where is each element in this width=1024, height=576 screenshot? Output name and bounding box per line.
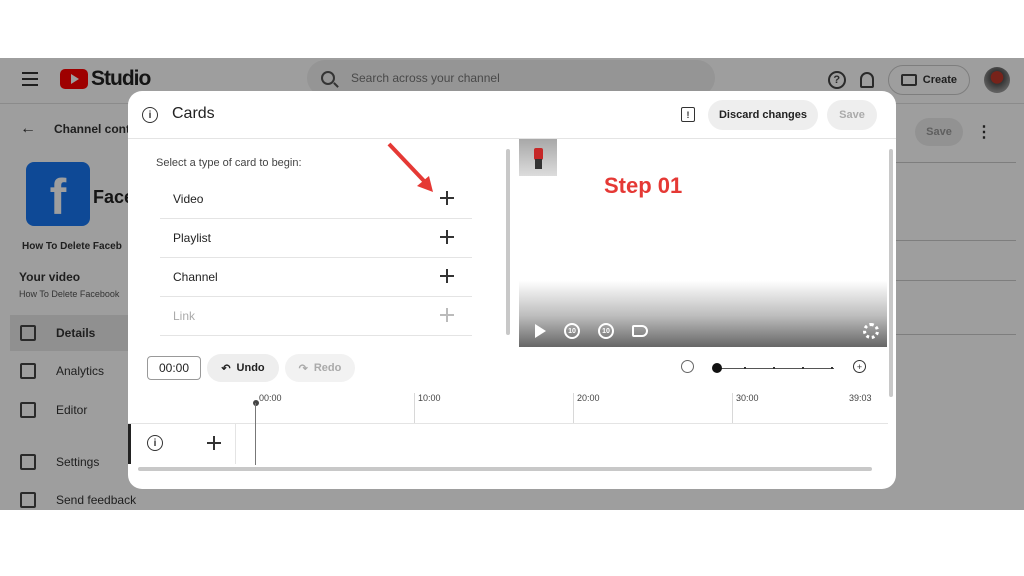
add-icon — [440, 308, 454, 322]
undo-label: Undo — [236, 362, 265, 374]
add-icon[interactable] — [440, 269, 454, 283]
settings-gear-icon[interactable] — [863, 323, 879, 339]
forward-10-icon[interactable]: 10 — [598, 323, 614, 339]
redo-label: Redo — [313, 362, 342, 374]
info-icon[interactable]: i — [142, 107, 158, 123]
timeline-tick — [414, 393, 415, 423]
track-indicator — [128, 424, 131, 464]
zoom-out-icon[interactable] — [681, 360, 694, 373]
rewind-10-icon[interactable]: 10 — [564, 323, 580, 339]
player-controls: 10 10 — [535, 323, 648, 339]
undo-button[interactable]: ↶ Undo — [207, 354, 279, 382]
step-annotation: Step 01 — [604, 173, 683, 198]
card-type-label: Link — [173, 309, 196, 323]
timeline-tick-label: 30:00 — [736, 393, 759, 403]
card-type-label: Video — [173, 192, 204, 206]
card-type-label: Playlist — [173, 231, 212, 245]
zoom-step-mark — [802, 367, 804, 369]
discard-changes-button[interactable]: Discard changes — [708, 100, 818, 130]
playhead-handle[interactable] — [253, 400, 259, 406]
video-preview-thumbnail — [519, 139, 557, 176]
timeline-scrollbar[interactable] — [138, 467, 872, 471]
timeline-tick-label: 20:00 — [577, 393, 600, 403]
divider — [235, 424, 236, 464]
cards-track: i — [128, 423, 888, 464]
cards-dialog: i Cards ! Discard changes Save Select a … — [128, 91, 896, 489]
annotation-arrow-icon — [387, 142, 433, 192]
add-card-icon[interactable] — [207, 436, 221, 450]
zoom-step-mark — [744, 367, 746, 369]
timeline-tick-label: 39:03 — [849, 393, 872, 403]
dialog-header: i Cards ! Discard changes Save — [128, 91, 896, 139]
studio-window: Studio Search across your channel ? Crea… — [0, 58, 1024, 510]
timeline-tick-label: 10:00 — [418, 393, 441, 403]
zoom-step-mark — [831, 367, 833, 369]
card-type-label: Channel — [173, 270, 218, 284]
card-type-playlist[interactable]: Playlist — [160, 219, 472, 258]
time-input[interactable]: 00:00 — [147, 356, 201, 380]
zoom-slider-handle[interactable] — [712, 363, 722, 373]
card-type-channel[interactable]: Channel — [160, 258, 472, 297]
save-button[interactable]: Save — [827, 100, 877, 130]
video-player[interactable]: 10 10 — [519, 139, 887, 347]
zoom-step-mark — [773, 367, 775, 369]
timeline-tick — [573, 393, 574, 423]
card-type-prompt: Select a type of card to begin: — [156, 157, 302, 169]
zoom-slider-track[interactable] — [718, 368, 834, 369]
info-icon[interactable]: i — [147, 435, 163, 451]
card-type-link: Link — [160, 297, 472, 336]
undo-icon: ↶ — [221, 362, 231, 375]
zoom-in-icon[interactable]: + — [853, 360, 866, 373]
timeline-tick-label: 00:00 — [259, 393, 282, 403]
dialog-scrollbar[interactable] — [889, 149, 893, 397]
feedback-icon[interactable]: ! — [681, 107, 695, 122]
dialog-title: Cards — [172, 105, 215, 122]
redo-button[interactable]: ↷ Redo — [285, 354, 355, 382]
play-icon[interactable] — [535, 324, 546, 338]
playhead[interactable] — [255, 403, 256, 465]
volume-icon[interactable] — [632, 325, 648, 337]
add-icon[interactable] — [440, 230, 454, 244]
redo-icon: ↷ — [298, 362, 308, 375]
timeline-tick — [732, 393, 733, 423]
list-scrollbar[interactable] — [506, 149, 510, 335]
